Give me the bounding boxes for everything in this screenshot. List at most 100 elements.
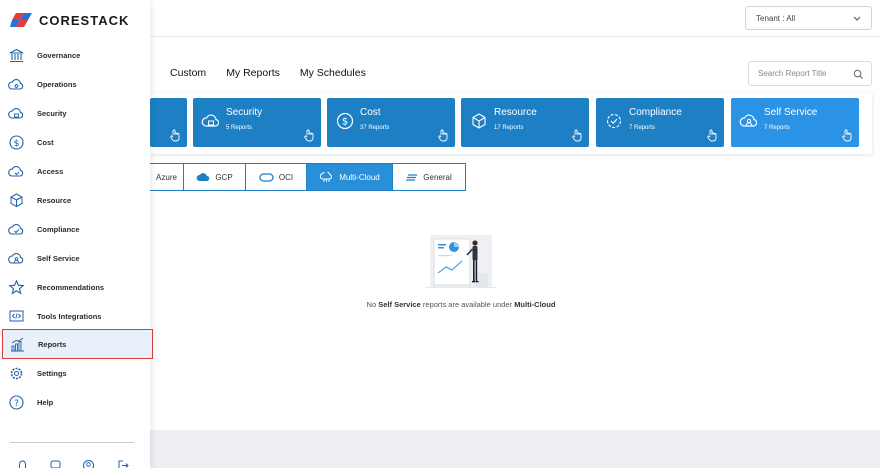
hand-pointer-icon: [707, 129, 717, 142]
hand-pointer-icon: [572, 129, 582, 142]
brand-name: CORESTACK: [39, 12, 130, 28]
cloud-lock-icon: [8, 107, 24, 119]
filter-oci[interactable]: OCI: [245, 164, 306, 190]
category-card-partial[interactable]: [150, 98, 187, 147]
sidebar-item-label: Resource: [37, 196, 72, 205]
dollar-circle-icon: $: [336, 112, 354, 130]
sidebar-item-recommendations[interactable]: Recommendations: [0, 273, 150, 302]
category-card-cost[interactable]: $ Cost 37 Reports: [327, 98, 455, 147]
filter-label: Azure: [156, 172, 177, 182]
notification-icon[interactable]: [16, 459, 29, 468]
tab-my-reports[interactable]: My Reports: [216, 66, 290, 80]
sidebar-item-resource[interactable]: Resource: [0, 186, 150, 215]
sidebar-item-compliance[interactable]: Compliance: [0, 215, 150, 244]
sidebar-item-settings[interactable]: Settings: [0, 359, 150, 388]
sidebar-item-access[interactable]: Access: [0, 157, 150, 186]
tenant-label: Tenant : All: [756, 13, 796, 23]
sidebar-item-operations[interactable]: Operations: [0, 70, 150, 99]
sidebar-item-label: Recommendations: [37, 283, 105, 292]
lines-icon: [406, 173, 418, 181]
filter-gcp[interactable]: GCP: [183, 164, 245, 190]
filter-general[interactable]: General: [392, 164, 465, 190]
sidebar-item-label: Settings: [37, 369, 67, 378]
filter-azure[interactable]: Azure: [150, 164, 183, 190]
question-icon: ?: [9, 395, 24, 410]
sidebar: CORESTACK Governance Operations Security…: [0, 0, 153, 468]
filter-multi-cloud[interactable]: Multi-Cloud: [306, 164, 392, 190]
cube-icon: [472, 113, 486, 129]
sidebar-item-label: Governance: [37, 51, 81, 60]
card-count: 5 Reports: [226, 125, 253, 131]
search-icon: [853, 69, 863, 79]
card-title: Resource: [494, 107, 537, 118]
sidebar-item-governance[interactable]: Governance: [0, 41, 150, 70]
sidebar-item-help[interactable]: ? Help: [0, 388, 150, 417]
sidebar-item-label: Reports: [38, 339, 67, 349]
category-card-compliance[interactable]: Compliance 7 Reports: [596, 98, 724, 147]
oci-icon: [259, 172, 274, 182]
tab-custom[interactable]: Custom: [160, 66, 216, 80]
filter-label: Multi-Cloud: [339, 172, 380, 182]
svg-text:?: ?: [14, 399, 19, 409]
search-input[interactable]: Search Report Title: [748, 61, 872, 86]
card-title: Cost: [360, 107, 381, 118]
user-icon[interactable]: [82, 459, 95, 468]
empty-state-message: No Self Service reports are available un…: [366, 300, 556, 309]
gcp-cloud-icon: [196, 173, 210, 181]
star-icon: [8, 279, 25, 295]
card-title: Compliance: [629, 107, 682, 118]
sidebar-item-security[interactable]: Security: [0, 99, 150, 128]
category-card-resource[interactable]: Resource 17 Reports: [461, 98, 589, 147]
cloud-gear-icon: [8, 78, 24, 90]
corestack-logo-icon: [10, 13, 32, 27]
chevron-down-icon: [853, 16, 861, 21]
category-cards: Security 5 Reports $ Cost 37 Reports Res…: [150, 93, 872, 154]
card-title: Self Service: [764, 107, 818, 118]
cube-icon: [10, 193, 23, 208]
card-count: 7 Reports: [764, 125, 791, 131]
sidebar-item-label: Compliance: [37, 225, 80, 234]
bank-icon: [9, 48, 24, 63]
tenant-select[interactable]: Tenant : All: [745, 6, 872, 30]
svg-text:$: $: [14, 139, 20, 149]
empty-state-illustration: [426, 235, 496, 288]
sidebar-item-tools-integrations[interactable]: Tools Integrations: [0, 302, 150, 331]
hand-pointer-icon: [438, 129, 448, 142]
filter-label: GCP: [215, 172, 233, 182]
hand-pointer-icon: [304, 129, 314, 142]
card-count: 7 Reports: [629, 125, 656, 131]
bar-chart-icon: [11, 337, 24, 352]
hand-pointer-icon: [170, 129, 180, 142]
report-tabs: Custom My Reports My Schedules: [160, 66, 376, 80]
tab-my-schedules[interactable]: My Schedules: [290, 66, 376, 80]
code-icon: [9, 310, 24, 322]
logout-icon[interactable]: [116, 459, 129, 468]
card-count: 17 Reports: [494, 125, 524, 131]
filter-label: OCI: [278, 172, 294, 182]
brand-logo[interactable]: CORESTACK: [10, 12, 129, 28]
cloud-lock-icon: [201, 114, 220, 127]
cloud-filter-group: Azure GCP OCI Multi-Cloud General: [150, 163, 466, 191]
card-count: 37 Reports: [360, 125, 390, 131]
svg-text:$: $: [342, 117, 348, 128]
compliance-gear-icon: [606, 113, 622, 129]
cloud-person-icon: [8, 252, 24, 264]
sidebar-item-label: Cost: [37, 138, 54, 147]
sidebar-item-label: Operations: [37, 80, 77, 89]
multi-cloud-icon: [320, 171, 333, 182]
filter-label: General: [423, 172, 452, 182]
search-placeholder: Search Report Title: [758, 69, 827, 78]
hand-pointer-icon: [842, 129, 852, 142]
sidebar-item-label: Help: [37, 398, 54, 407]
sidebar-item-reports[interactable]: Reports: [2, 329, 153, 359]
chat-icon[interactable]: [49, 459, 62, 468]
sidebar-item-self-service[interactable]: Self Service: [0, 244, 150, 273]
category-card-self-service[interactable]: Self Service 7 Reports: [731, 98, 859, 147]
category-card-security[interactable]: Security 5 Reports: [193, 98, 321, 147]
sidebar-item-cost[interactable]: $ Cost: [0, 128, 150, 157]
dollar-circle-icon: $: [9, 135, 24, 150]
sidebar-item-label: Security: [37, 109, 67, 118]
card-title: Security: [226, 107, 263, 118]
sidebar-item-label: Access: [37, 167, 64, 176]
sidebar-divider: [10, 442, 134, 443]
